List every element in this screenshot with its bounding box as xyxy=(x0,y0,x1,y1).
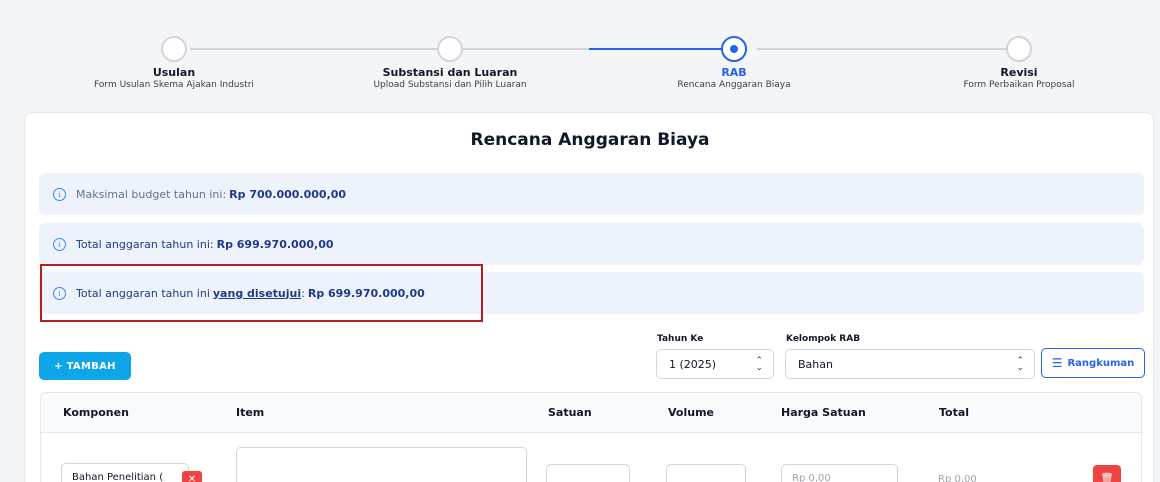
alert-value: Rp 699.970.000,00 xyxy=(216,237,334,251)
volume-input[interactable] xyxy=(666,464,746,482)
kelompok-select[interactable]: Bahan ⌃ ⌄ xyxy=(785,349,1035,379)
step-subtitle: Rencana Anggaran Biaya xyxy=(677,80,791,90)
kelompok-label: Kelompok RAB xyxy=(786,334,861,344)
item-textarea[interactable] xyxy=(236,447,527,482)
alert-value: Rp 700.000.000,00 xyxy=(229,187,347,201)
harga-placeholder: Rp 0,00 xyxy=(792,473,831,482)
step-subtitle: Form Perbaikan Proposal xyxy=(963,80,1075,90)
step-title: Substansi dan Luaran xyxy=(382,66,518,79)
alert-label: Maksimal budget tahun ini: xyxy=(76,187,227,201)
satuan-input[interactable] xyxy=(546,464,630,482)
info-circle-icon: i xyxy=(53,187,66,201)
alert-total-budget: i Total anggaran tahun ini: Rp 699.970.0… xyxy=(39,223,1144,265)
progress-stepper: Usulan Form Usulan Skema Ajakan Industri… xyxy=(24,28,1144,108)
step-circle xyxy=(437,36,463,62)
table-header: Komponen Item Satuan Volume Harga Satuan… xyxy=(40,392,1142,432)
step-circle xyxy=(161,36,187,62)
trash-icon[interactable]: 🗑 xyxy=(1093,465,1121,482)
step-substansi[interactable]: Substansi dan Luaran Upload Substansi da… xyxy=(300,28,600,90)
komponen-field[interactable]: Bahan Penelitian ( xyxy=(61,463,189,482)
alert-max-budget: i Maksimal budget tahun ini: Rp 700.000.… xyxy=(39,173,1144,215)
step-circle xyxy=(1006,36,1032,62)
step-subtitle: Upload Substansi dan Pilih Luaran xyxy=(373,80,527,90)
tahun-select[interactable]: 1 (2025) ⌃ ⌄ xyxy=(656,349,774,379)
info-circle-icon: i xyxy=(53,237,66,251)
close-icon[interactable]: ✕ xyxy=(182,471,202,482)
total-value: Rp 0,00 xyxy=(938,474,977,482)
step-title: Usulan xyxy=(152,66,196,79)
header-satuan: Satuan xyxy=(548,406,592,419)
header-total: Total xyxy=(939,406,970,419)
list-ordered-icon: ☰ xyxy=(1051,356,1063,370)
table-row: Bahan Penelitian ( ✕ Rp 0,00 Rp 0,00 🗑 xyxy=(40,432,1142,482)
harga-satuan-input[interactable]: Rp 0,00 xyxy=(781,464,898,482)
chevron-up-down-icon: ⌃ ⌄ xyxy=(1016,356,1024,373)
tahun-label: Tahun Ke xyxy=(657,334,704,344)
header-volume: Volume xyxy=(668,406,714,419)
header-harga-satuan: Harga Satuan xyxy=(781,406,866,419)
step-title: RAB xyxy=(721,66,747,79)
kelompok-value: Bahan xyxy=(798,357,833,371)
step-usulan[interactable]: Usulan Form Usulan Skema Ajakan Industri xyxy=(24,28,324,90)
chevron-up-down-icon: ⌃ ⌄ xyxy=(755,356,763,373)
tahun-value: 1 (2025) xyxy=(669,357,717,371)
alert-label: Total anggaran tahun ini: xyxy=(76,237,214,251)
tambah-button[interactable]: + TAMBAH xyxy=(39,352,131,380)
header-komponen: Komponen xyxy=(63,406,129,419)
card-title: Rencana Anggaran Biaya xyxy=(470,130,710,150)
rangkuman-button[interactable]: ☰ Rangkuman xyxy=(1041,348,1145,378)
rangkuman-label: Rangkuman xyxy=(1067,357,1135,369)
header-item: Item xyxy=(236,406,265,419)
komponen-value: Bahan Penelitian ( xyxy=(72,472,164,482)
step-circle-active xyxy=(721,36,747,62)
step-subtitle: Form Usulan Skema Ajakan Industri xyxy=(94,80,254,90)
step-title: Revisi xyxy=(1000,66,1038,79)
highlight-box xyxy=(40,264,483,322)
step-revisi[interactable]: Revisi Form Perbaikan Proposal xyxy=(869,28,1160,90)
step-rab[interactable]: RAB Rencana Anggaran Biaya xyxy=(584,28,884,90)
